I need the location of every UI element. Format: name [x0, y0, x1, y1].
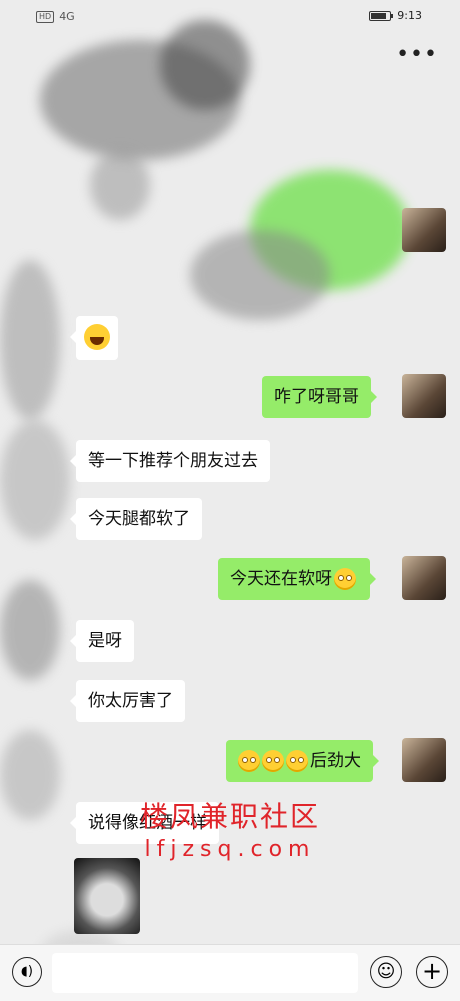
voice-input-icon[interactable]: ◖) [12, 957, 42, 987]
message-bubble[interactable]: 今天还在软呀 [218, 558, 376, 600]
laughing-emoji-icon [84, 324, 110, 350]
watermark-url: lfjzsq.com [144, 837, 316, 862]
watermark: 楼凤兼职社区 lfjzsq.com [140, 795, 320, 862]
more-options-button[interactable]: ••• [396, 44, 438, 66]
message-incoming: 等一下推荐个朋友过去 [70, 440, 270, 482]
flushed-emoji-icon [286, 750, 308, 772]
message-incoming: 你太厉害了 [70, 680, 185, 722]
message-incoming-emoji [70, 316, 118, 360]
message-outgoing: 今天还在软呀 [218, 558, 376, 600]
flushed-emoji-icon [238, 750, 260, 772]
message-bubble[interactable]: 等一下推荐个朋友过去 [70, 440, 270, 482]
message-incoming: 是呀 [70, 620, 134, 662]
input-bar: ◖) ☺ + [0, 944, 460, 1001]
message-bubble[interactable]: 咋了呀哥哥 [262, 376, 377, 418]
watermark-title: 楼凤兼职社区 [140, 800, 321, 833]
message-incoming: 今天腿都软了 [70, 498, 202, 540]
message-text: 后劲大 [310, 751, 361, 771]
message-bubble[interactable]: 是呀 [70, 620, 134, 662]
message-outgoing: 后劲大 [226, 740, 379, 782]
plus-icon[interactable]: + [416, 956, 448, 988]
message-bubble[interactable]: 你太厉害了 [70, 680, 185, 722]
hd-network-badge: HD [36, 10, 55, 23]
avatar-me[interactable] [402, 208, 446, 252]
avatar-me[interactable] [402, 374, 446, 418]
message-bubble[interactable]: 后劲大 [226, 740, 379, 782]
666-emoji-icon [334, 568, 356, 590]
message-input[interactable] [52, 953, 358, 993]
signal-indicator: 4G [59, 10, 75, 23]
clock: 9:13 [397, 9, 422, 22]
message-bubble[interactable] [70, 316, 118, 360]
meme-sticker-image[interactable] [74, 858, 140, 934]
flushed-emoji-icon [262, 750, 284, 772]
message-outgoing: 咋了呀哥哥 [262, 376, 377, 418]
battery-icon [369, 10, 394, 21]
avatar-me[interactable] [402, 556, 446, 600]
avatar-me[interactable] [402, 738, 446, 782]
emoji-picker-icon[interactable]: ☺ [370, 956, 402, 988]
message-bubble[interactable]: 今天腿都软了 [70, 498, 202, 540]
message-text: 今天还在软呀 [230, 569, 332, 589]
